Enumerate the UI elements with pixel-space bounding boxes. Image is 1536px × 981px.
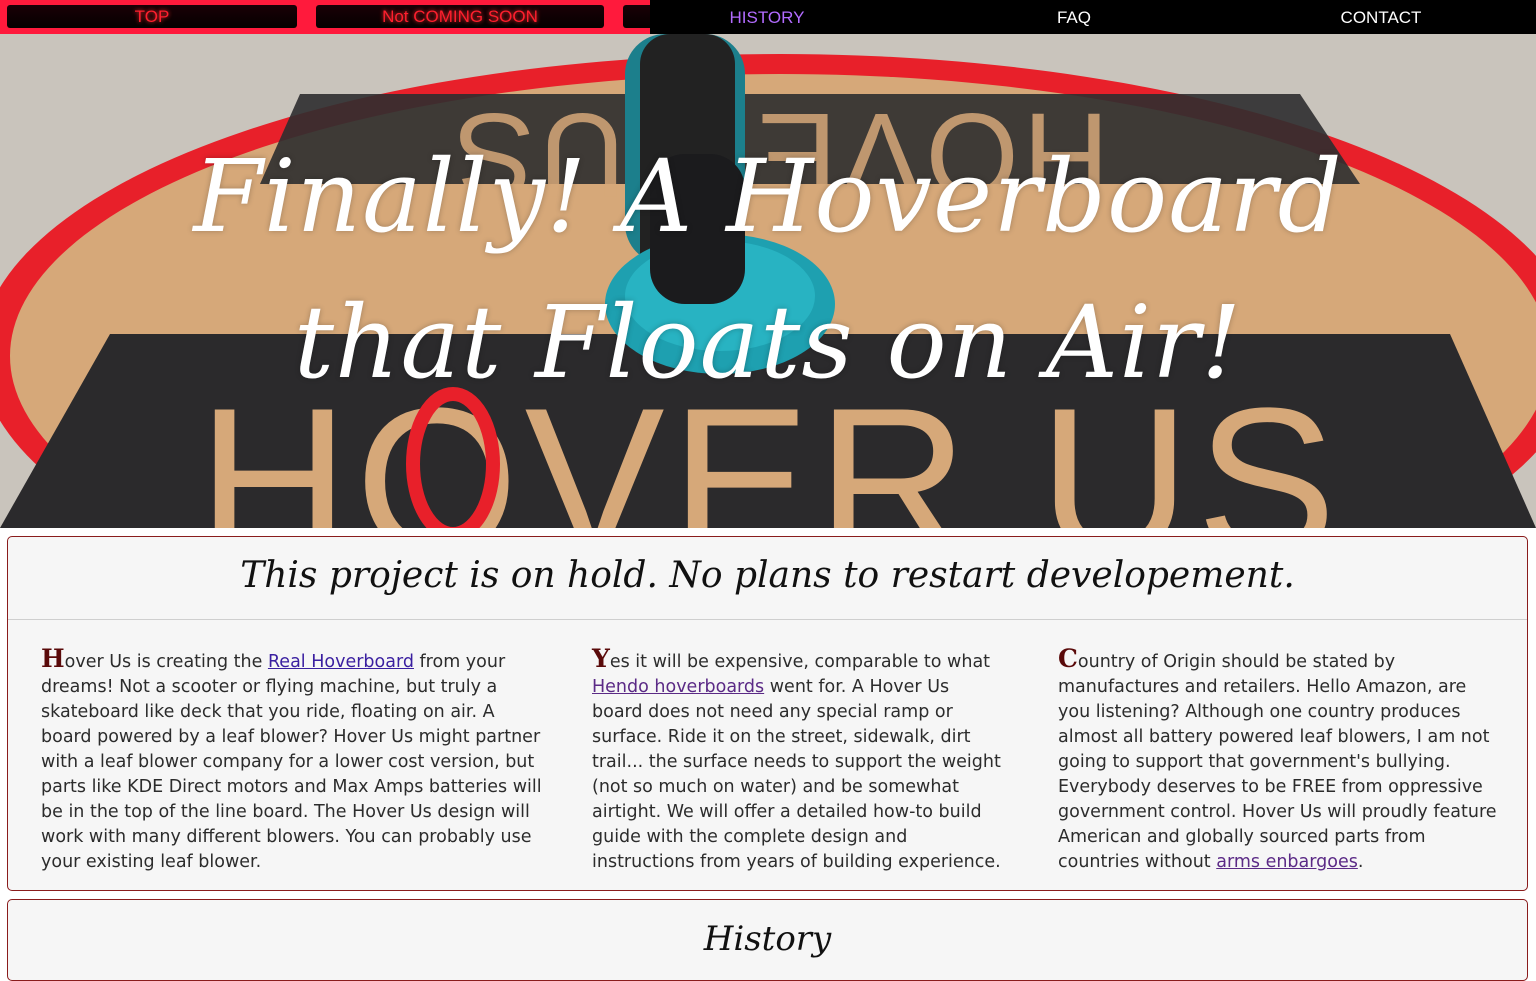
column-text: went for. A Hover Us board does not need…	[592, 677, 1001, 872]
dropcap: H	[41, 644, 65, 673]
nav-top-button[interactable]: TOP	[7, 5, 297, 28]
hero-title-line-1: Finally! A Hoverboard	[193, 138, 1343, 255]
nav-faq-link[interactable]: FAQ	[957, 0, 1191, 34]
column-text: .	[1357, 852, 1364, 872]
arms-enbargoes-link[interactable]: arms enbargoes	[1216, 852, 1358, 872]
hendo-hoverboards-link[interactable]: Hendo hoverboards	[592, 677, 764, 697]
nav-history-link[interactable]: HISTORY	[650, 0, 884, 34]
hero-title: Finally! A Hoverboard that Floats on Air…	[0, 124, 1536, 416]
column-text: over Us is creating the	[64, 652, 268, 672]
column-text: ountry of Origin should be stated by man…	[1058, 652, 1497, 872]
history-heading: History	[703, 919, 832, 959]
nav-right-group: HISTORY FAQ CONTACT	[650, 0, 1536, 34]
status-heading: This project is on hold. No plans to res…	[240, 555, 1295, 596]
status-card-header: This project is on hold. No plans to res…	[8, 537, 1527, 620]
intro-columns: Hover Us is creating the Real Hoverboard…	[8, 620, 1527, 890]
history-card: History	[7, 899, 1528, 981]
hero-banner: HOVER US HOVER US Finally! A Hoverboard …	[0, 34, 1536, 528]
real-hoverboard-link[interactable]: Real Hoverboard	[268, 652, 414, 672]
dropcap: Y	[592, 644, 610, 673]
dropcap: C	[1058, 644, 1078, 673]
intro-column-2: Yes it will be expensive, comparable to …	[592, 646, 1002, 875]
hero-title-line-2: that Floats on Air!	[293, 284, 1243, 401]
top-nav: TOP Not COMING SOON HISTORY FAQ CONTACT	[0, 0, 1536, 34]
nav-left-group: TOP Not COMING SOON	[0, 0, 650, 34]
column-text: from your dreams! Not a scooter or flyin…	[41, 652, 542, 872]
intro-column-3: Country of Origin should be stated by ma…	[1058, 646, 1498, 875]
status-card: This project is on hold. No plans to res…	[7, 536, 1528, 891]
nav-not-coming-soon-button[interactable]: Not COMING SOON	[316, 5, 604, 28]
column-text: es it will be expensive, comparable to w…	[609, 652, 991, 672]
nav-contact-link[interactable]: CONTACT	[1264, 0, 1498, 34]
history-card-header: History	[8, 900, 1527, 978]
nav-hidden-button[interactable]	[623, 5, 650, 28]
intro-column-1: Hover Us is creating the Real Hoverboard…	[41, 646, 546, 875]
